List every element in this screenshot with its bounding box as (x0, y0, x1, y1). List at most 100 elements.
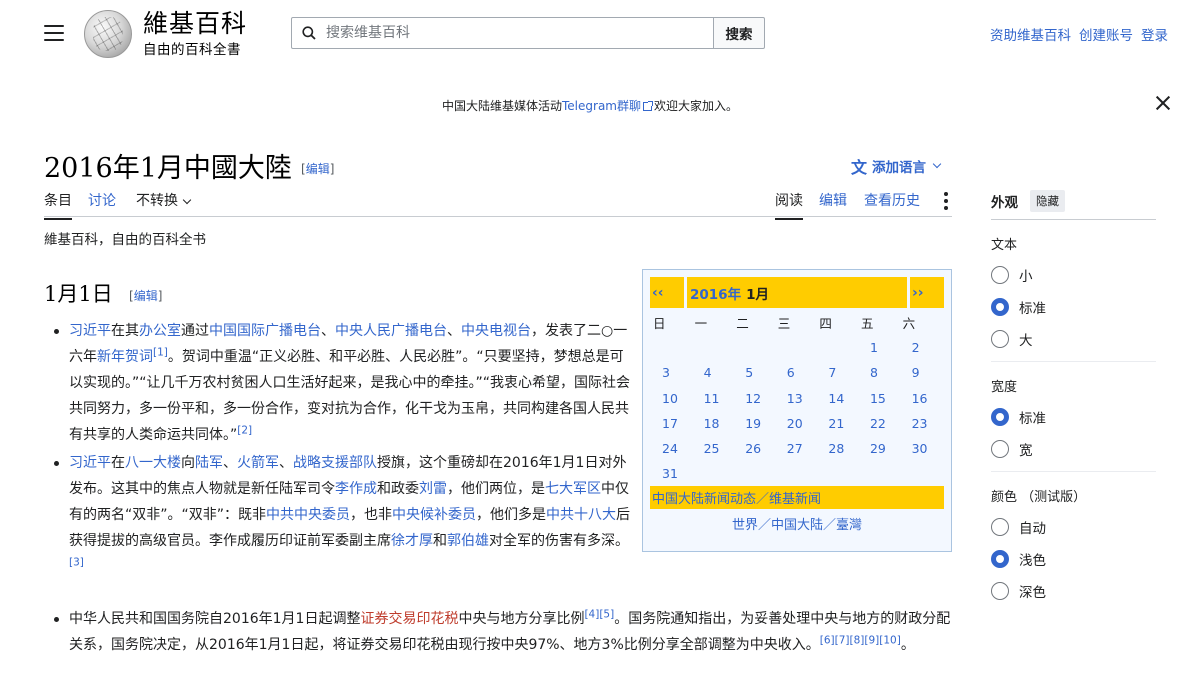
radio-checked-icon[interactable] (991, 408, 1009, 426)
calendar-day[interactable]: 10 (650, 386, 692, 411)
calendar-day[interactable]: 14 (816, 386, 858, 411)
radio-unchecked-icon[interactable] (991, 440, 1009, 458)
search-input[interactable] (326, 19, 706, 47)
donate-link[interactable]: 资助维基百科 (990, 24, 1071, 44)
login-link[interactable]: 登录 (1141, 24, 1168, 44)
radio-option[interactable]: 宽 (991, 433, 1156, 465)
close-icon[interactable] (1154, 94, 1172, 112)
logo-wordmark[interactable]: 維基百科 (143, 10, 247, 38)
menu-icon[interactable] (44, 25, 64, 41)
inline-link[interactable]: 中国国际广播电台 (209, 323, 321, 339)
tab-variant[interactable]: 不转换 (136, 190, 192, 218)
search-button[interactable]: 搜索 (713, 17, 765, 49)
inline-link[interactable]: 八一大楼 (125, 455, 181, 471)
radio-option[interactable]: 标准 (991, 401, 1156, 433)
radio-unchecked-icon[interactable] (991, 330, 1009, 348)
radio-checked-icon[interactable] (991, 550, 1009, 568)
calendar-day[interactable]: 24 (650, 436, 692, 461)
calendar-month[interactable]: 2016年 1月 (687, 277, 907, 308)
inline-link[interactable]: 李作成 (335, 481, 377, 497)
calendar-day[interactable]: 23 (900, 411, 942, 436)
calendar-day[interactable]: 11 (692, 386, 734, 411)
calendar-day[interactable]: 7 (816, 360, 858, 385)
calendar-day[interactable]: 6 (775, 360, 817, 385)
radio-unchecked-icon[interactable] (991, 266, 1009, 284)
radio-option[interactable]: 深色 (991, 575, 1156, 607)
red-link[interactable]: 证券交易印花税 (360, 611, 458, 627)
calendar-day[interactable]: 19 (733, 411, 775, 436)
inline-link[interactable]: 中央人民广播电台 (335, 323, 447, 339)
radio-option[interactable]: 浅色 (991, 543, 1156, 575)
calendar-day[interactable]: 5 (733, 360, 775, 385)
radio-unchecked-icon[interactable] (991, 582, 1009, 600)
calendar-day[interactable]: 28 (816, 436, 858, 461)
inline-link[interactable]: 习近平 (69, 323, 111, 339)
calendar-day[interactable]: 26 (733, 436, 775, 461)
calendar-day[interactable]: 1 (858, 335, 900, 360)
calendar-footer[interactable]: 中国大陆新闻动态／维基新闻 (650, 486, 944, 510)
wikipedia-globe-icon[interactable] (84, 10, 132, 58)
inline-link[interactable]: 陆军 (195, 455, 223, 471)
hide-button[interactable]: 隐藏 (1030, 190, 1065, 212)
calendar-day[interactable]: 9 (900, 360, 942, 385)
calendar-day[interactable]: 25 (692, 436, 734, 461)
inline-link[interactable]: 刘雷 (419, 481, 447, 497)
add-language-button[interactable]: 文 添加语言 (851, 154, 942, 178)
calendar-day[interactable]: 3 (650, 360, 692, 385)
calendar-prev-button[interactable]: ‹‹ (650, 277, 684, 308)
reference[interactable]: [6][7][8][9][10] (820, 634, 901, 646)
telegram-link[interactable]: Telegram群聊 (562, 99, 641, 113)
inline-link[interactable]: 火箭军 (237, 455, 279, 471)
inline-link[interactable]: 中央候补委员 (392, 507, 476, 523)
calendar-day[interactable]: 18 (692, 411, 734, 436)
calendar-day[interactable]: 30 (900, 436, 942, 461)
radio-checked-icon[interactable] (991, 298, 1009, 316)
calendar-day[interactable]: 12 (733, 386, 775, 411)
calendar-year[interactable]: 2016年 (690, 283, 741, 303)
reference[interactable]: [1] (153, 346, 168, 358)
create-account-link[interactable]: 创建账号 (1079, 24, 1133, 44)
tab-article[interactable]: 条目 (44, 190, 72, 220)
inline-link[interactable]: 七大军区 (545, 481, 601, 497)
tab-talk[interactable]: 讨论 (88, 190, 116, 218)
calendar-day[interactable]: 15 (858, 386, 900, 411)
inline-link[interactable]: 徐才厚 (391, 533, 433, 549)
tab-read[interactable]: 阅读 (775, 190, 803, 220)
calendar-day[interactable]: 16 (900, 386, 942, 411)
inline-link[interactable]: 习近平 (69, 455, 111, 471)
section-edit-link[interactable]: [编辑] (129, 287, 162, 304)
calendar-day[interactable]: 4 (692, 360, 734, 385)
reference[interactable]: [4][5] (584, 608, 614, 620)
calendar-day[interactable]: 31 (650, 461, 692, 486)
radio-option[interactable]: 小 (991, 259, 1156, 291)
radio-option[interactable]: 自动 (991, 511, 1156, 543)
inline-link[interactable]: 中央电视台 (461, 323, 531, 339)
calendar-day[interactable]: 22 (858, 411, 900, 436)
tab-edit[interactable]: 编辑 (819, 190, 847, 218)
inline-link[interactable]: 战略支援部队 (293, 455, 377, 471)
calendar-day[interactable]: 21 (816, 411, 858, 436)
inline-link[interactable]: 中共中央委员 (266, 507, 350, 523)
title-edit-link[interactable]: [编辑] (301, 160, 334, 177)
radio-option[interactable]: 大 (991, 323, 1156, 355)
calendar-region-links[interactable]: 世界／中国大陆／臺灣 (650, 514, 944, 533)
inline-link[interactable]: 新年贺词 (97, 349, 153, 365)
calendar-day[interactable]: 17 (650, 411, 692, 436)
calendar-footer-link[interactable]: 中国大陆新闻动态／维基新闻 (652, 488, 821, 507)
more-vertical-icon[interactable] (944, 192, 948, 210)
inline-link[interactable]: 中共十八大 (546, 507, 616, 523)
calendar-day[interactable]: 2 (900, 335, 942, 360)
calendar-next-button[interactable]: ›› (910, 277, 944, 308)
tab-history[interactable]: 查看历史 (864, 190, 920, 218)
calendar-day[interactable]: 20 (775, 411, 817, 436)
reference[interactable]: [3] (69, 556, 84, 568)
radio-option[interactable]: 标准 (991, 291, 1156, 323)
inline-link[interactable]: 办公室 (139, 323, 181, 339)
inline-link[interactable]: 郭伯雄 (447, 533, 489, 549)
reference[interactable]: [2] (237, 424, 252, 436)
calendar-day[interactable]: 27 (775, 436, 817, 461)
calendar-day[interactable]: 29 (858, 436, 900, 461)
radio-unchecked-icon[interactable] (991, 518, 1009, 536)
calendar-day[interactable]: 13 (775, 386, 817, 411)
calendar-day[interactable]: 8 (858, 360, 900, 385)
